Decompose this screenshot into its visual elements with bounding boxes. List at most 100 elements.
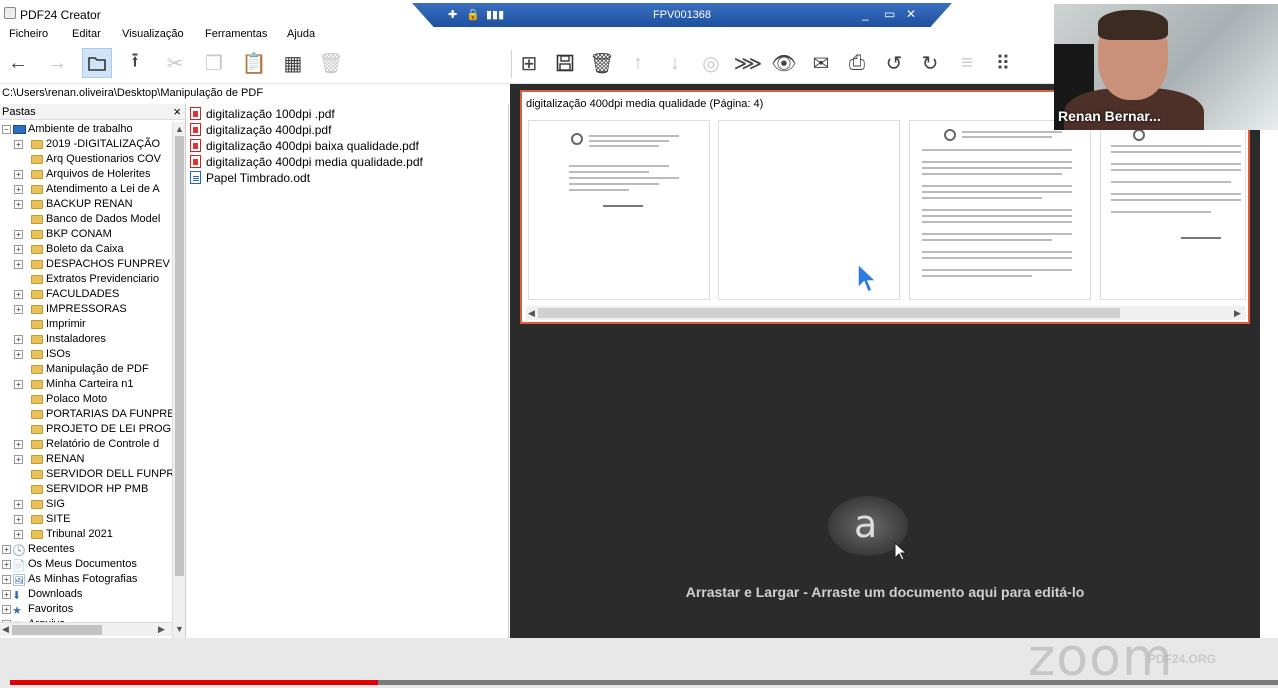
save-icon[interactable]	[550, 48, 580, 78]
video-progress-bar[interactable]	[10, 680, 1278, 685]
collapse-icon[interactable]: −	[2, 125, 11, 134]
tree-item-folder[interactable]: Polaco Moto	[0, 392, 172, 407]
new-document-icon[interactable]: ⊞	[514, 48, 544, 78]
work-area[interactable]: digitalização 400dpi media qualidade (Pá…	[510, 84, 1260, 638]
tree-item-folder[interactable]: + Instaladores	[0, 332, 172, 347]
expand-icon[interactable]: +	[14, 170, 23, 179]
expand-icon[interactable]: +	[2, 560, 11, 569]
tree-item-system[interactable]: + 🖼 As Minhas Fotografias	[0, 572, 172, 587]
tree-item-system[interactable]: + ★ Favoritos	[0, 602, 172, 617]
tree-item-folder[interactable]: + Boleto da Caixa	[0, 242, 172, 257]
expand-icon[interactable]: +	[2, 545, 11, 554]
move-up-icon[interactable]: ↑	[623, 48, 653, 78]
folder-view-icon[interactable]	[82, 48, 112, 78]
scroll-up-icon[interactable]: ▲	[175, 124, 184, 134]
grid-view-icon[interactable]: ▦	[278, 48, 308, 78]
close-icon[interactable]: ×	[173, 104, 181, 119]
tree-item-folder[interactable]: + Minha Carteira n1	[0, 377, 172, 392]
document-horizontal-scrollbar[interactable]: ◀ ▶	[526, 306, 1246, 320]
tree-item-folder[interactable]: + SIG	[0, 497, 172, 512]
expand-icon[interactable]: +	[14, 455, 23, 464]
tree-item-folder[interactable]: + Arquivos de Holerites	[0, 167, 172, 182]
menu-ferramentas[interactable]: Ferramentas	[205, 28, 267, 40]
tree-vertical-thumb[interactable]	[175, 136, 184, 576]
move-down-icon[interactable]: ↓	[660, 48, 690, 78]
up-folder-icon[interactable]: ⭱	[120, 48, 150, 78]
scroll-left-icon[interactable]: ◀	[528, 308, 535, 319]
tree-item-folder[interactable]: + Relatório de Controle d	[0, 437, 172, 452]
tree-item-folder[interactable]: + BACKUP RENAN	[0, 197, 172, 212]
tree-horizontal-scrollbar[interactable]: ◀ ▶	[0, 622, 172, 636]
remote-control-bar[interactable]: ✚ 🔒 ▮▮▮ FPV001368 _ ▭ ✕	[412, 3, 952, 27]
rotate-left-icon[interactable]: ↺	[879, 48, 909, 78]
close-button[interactable]: ✕	[906, 7, 916, 21]
folder-tree[interactable]: Pastas × − Ambiente de trabalho +2019 -DIG…	[0, 104, 186, 638]
tree-item-folder[interactable]: SERVIDOR HP PMB	[0, 482, 172, 497]
tree-horizontal-thumb[interactable]	[12, 625, 102, 635]
expand-icon[interactable]: +	[14, 515, 23, 524]
tree-item-folder[interactable]: + FACULDADES	[0, 287, 172, 302]
expand-icon[interactable]: +	[14, 530, 23, 539]
expand-icon[interactable]: +	[14, 245, 23, 254]
menu-ajuda[interactable]: Ajuda	[287, 28, 315, 40]
expand-icon[interactable]: +	[14, 440, 23, 449]
back-arrow-icon[interactable]: ←	[3, 48, 33, 78]
copy-icon[interactable]: ❐	[199, 48, 229, 78]
file-list[interactable]: digitalização 100dpi .pdf digitalização 4…	[188, 104, 509, 638]
merge-icon[interactable]: ◎	[696, 48, 726, 78]
tree-item-system[interactable]: + 📄 Os Meus Documentos	[0, 557, 172, 572]
tree-item-folder[interactable]: Extratos Previdenciario	[0, 272, 172, 287]
tree-item-system[interactable]: + 🕓 Recentes	[0, 542, 172, 557]
tree-vertical-scrollbar[interactable]: ▲ ▼	[172, 122, 185, 638]
tree-item-folder[interactable]: +2019 -DIGITALIZAÇÃO	[0, 137, 172, 152]
tree-item-folder[interactable]: + DESPACHOS FUNPREV	[0, 257, 172, 272]
expand-icon[interactable]: +	[14, 230, 23, 239]
expand-icon[interactable]: +	[14, 350, 23, 359]
cut-icon[interactable]: ✂	[160, 48, 190, 78]
scroll-right-icon[interactable]: ▶	[1234, 308, 1241, 319]
tree-item-folder[interactable]: + Tribunal 2021	[0, 527, 172, 542]
page-thumbnail[interactable]	[528, 120, 710, 300]
menu-ficheiro[interactable]: Ficheiro	[9, 28, 48, 40]
expand-icon[interactable]: +	[14, 140, 23, 149]
expand-icon[interactable]: +	[14, 335, 23, 344]
expand-icon[interactable]: +	[2, 605, 11, 614]
page-thumbnail[interactable]	[1100, 120, 1246, 300]
tree-item-root[interactable]: − Ambiente de trabalho	[0, 122, 172, 137]
restore-button[interactable]: ▭	[884, 7, 895, 21]
scroll-right-icon[interactable]: ▶	[158, 624, 165, 635]
expand-icon[interactable]: +	[14, 500, 23, 509]
expand-icon[interactable]: +	[14, 260, 23, 269]
rotate-right-icon[interactable]: ↻	[915, 48, 945, 78]
expand-icon[interactable]: +	[2, 590, 11, 599]
scroll-down-icon[interactable]: ▼	[175, 624, 184, 634]
tree-item-folder[interactable]: + Atendimento a Lei de A	[0, 182, 172, 197]
delete-icon[interactable]: 🗑	[316, 48, 346, 78]
forward-arrow-icon[interactable]: →	[42, 48, 72, 78]
compress-icon[interactable]: ⋙	[733, 48, 763, 78]
tree-item-folder[interactable]: Arq Questionarios COV	[0, 152, 172, 167]
align-icon[interactable]: ≡	[952, 48, 982, 78]
document-scroll-thumb[interactable]	[538, 308, 1120, 318]
expand-icon[interactable]: +	[14, 185, 23, 194]
menu-editar[interactable]: Editar	[72, 28, 101, 40]
print-icon[interactable]: ⎙	[842, 48, 872, 78]
tree-item-system[interactable]: + ⬇ Downloads	[0, 587, 172, 602]
tree-item-folder[interactable]: + ISOs	[0, 347, 172, 362]
expand-icon[interactable]: +	[14, 200, 23, 209]
tree-item-folder[interactable]: SERVIDOR DELL FUNPR	[0, 467, 174, 482]
thumbnail-grid-icon[interactable]: ⠿	[988, 48, 1018, 78]
tree-item-folder[interactable]: + RENAN	[0, 452, 172, 467]
tree-item-folder[interactable]: + BKP CONAM	[0, 227, 172, 242]
tree-item-folder[interactable]: PORTARIAS DA FUNPRE	[0, 407, 175, 422]
expand-icon[interactable]: +	[14, 290, 23, 299]
minimize-button[interactable]: _	[862, 7, 869, 21]
scroll-left-icon[interactable]: ◀	[2, 624, 9, 635]
tree-item-folder[interactable]: Banco de Dados Model	[0, 212, 172, 227]
email-icon[interactable]: ✉	[806, 48, 836, 78]
tree-item-folder[interactable]: Imprimir	[0, 317, 172, 332]
expand-icon[interactable]: +	[2, 575, 11, 584]
expand-icon[interactable]: +	[14, 380, 23, 389]
paste-icon[interactable]: 📋	[239, 48, 269, 78]
page-thumbnail[interactable]	[909, 120, 1091, 300]
